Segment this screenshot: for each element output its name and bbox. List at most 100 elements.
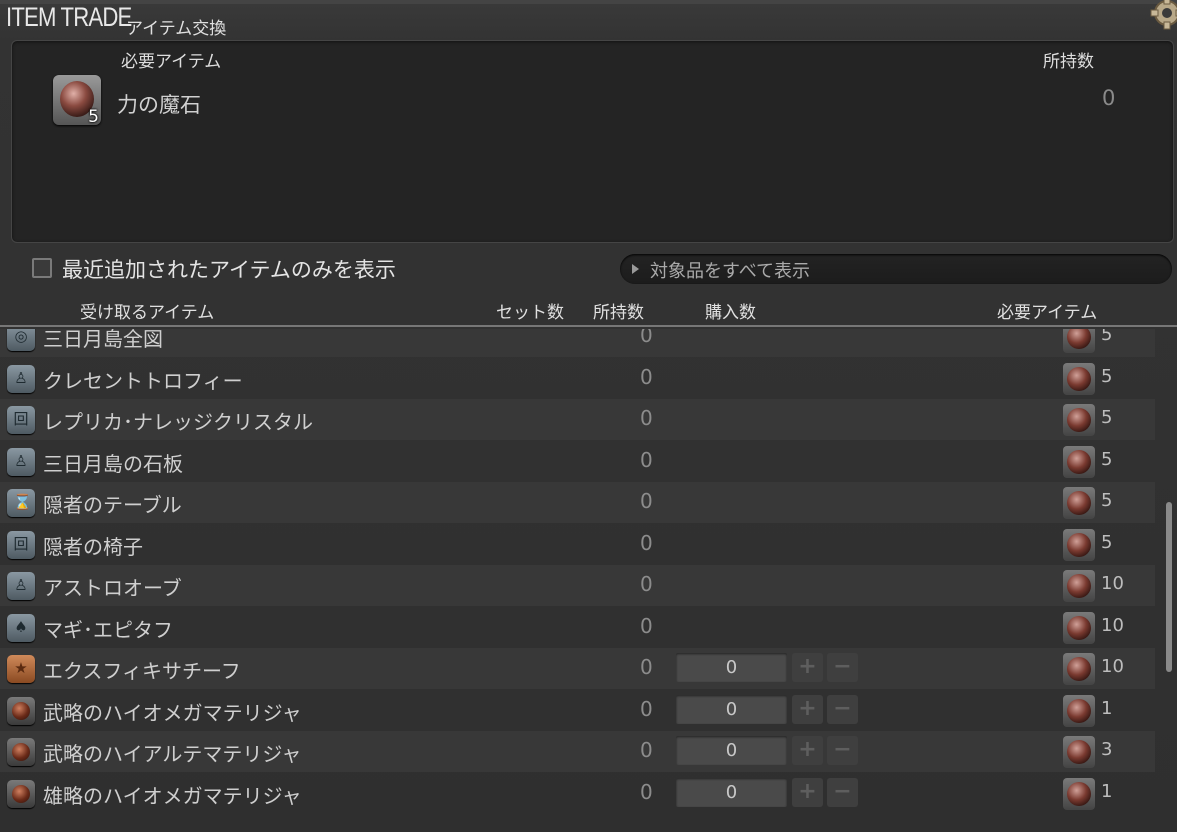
cost-amount: 5 [1101, 531, 1113, 553]
cost-item-icon[interactable] [1063, 329, 1095, 353]
column-set-count: セット数 [496, 303, 564, 323]
cost-item-icon[interactable] [1063, 736, 1095, 768]
item-glyph [12, 701, 30, 720]
decrement-button[interactable]: − [827, 777, 858, 807]
item-owned-count: 0 [640, 329, 653, 347]
list-scrollbar[interactable] [1166, 502, 1172, 672]
required-item-owned: 0 [1102, 86, 1116, 110]
item-owned-count: 0 [640, 447, 653, 472]
item-name: 武略のハイアルテマテリジャ [43, 742, 302, 766]
furnishing-icon: ♙ [7, 364, 35, 393]
cost-item-icon[interactable] [1063, 528, 1095, 561]
list-item[interactable]: ♠ マギ･エピタフ 0 10 [0, 607, 1155, 648]
magicite-icon [1067, 408, 1091, 432]
cost-item-icon[interactable] [1063, 445, 1095, 478]
item-owned-count: 0 [640, 530, 653, 555]
decrement-button[interactable]: − [827, 653, 858, 682]
recent-items-checkbox[interactable] [32, 258, 52, 278]
cost-amount: 10 [1101, 656, 1124, 677]
show-all-dropdown[interactable]: 対象品をすべて表示 [620, 254, 1172, 284]
list-item[interactable]: 武略のハイオメガマテリジャ 0 0 + −1 [0, 690, 1155, 731]
wall-mount-icon: 回 [7, 406, 35, 434]
magicite-icon [1067, 574, 1091, 598]
required-item-icon[interactable]: 5 [53, 75, 101, 127]
cost-item-icon[interactable] [1063, 487, 1095, 519]
window-top-edge [0, 0, 1177, 4]
list-item[interactable]: 回レプリカ･ナレッジクリスタル 0 5 [0, 399, 1155, 440]
increment-button[interactable]: + [792, 736, 823, 765]
increment-button[interactable]: + [792, 777, 823, 807]
item-name: 三日月島の石板 [43, 451, 183, 476]
item-name: 隠者の椅子 [43, 534, 143, 559]
cost-item-icon[interactable] [1063, 777, 1095, 810]
list-item[interactable]: ★ エクスフィキサチーフ 0 0 + −10 [0, 648, 1155, 689]
list-item[interactable]: ◎ 三日月島全図 0 5 [0, 329, 1155, 357]
item-owned-count: 0 [640, 406, 653, 430]
gear-close-icon[interactable] [1150, 0, 1177, 30]
magicite-icon [1067, 657, 1091, 681]
show-all-label: 対象品をすべて表示 [650, 261, 811, 282]
item-name: 三日月島全図 [43, 329, 163, 351]
column-purchase: 購入数 [705, 303, 756, 323]
purchase-quantity-input[interactable]: 0 [676, 777, 787, 807]
wall-mount-icon: 回 [7, 530, 35, 559]
item-glyph: ♠ [14, 617, 28, 636]
magicite-icon [1067, 740, 1091, 764]
furnishing-icon: ♙ [7, 572, 35, 600]
magicite-icon [1067, 491, 1091, 515]
cost-amount: 5 [1101, 329, 1113, 345]
list-item[interactable]: ♙ 三日月島の石板 0 5 [0, 441, 1155, 482]
purchase-quantity-input[interactable]: 0 [676, 736, 787, 765]
list-item[interactable]: 雄略のハイオメガマテリジャ 0 0 + −1 [0, 773, 1155, 814]
magicite-icon [1067, 781, 1091, 806]
item-name: エクスフィキサチーフ [43, 659, 241, 683]
cost-item-icon[interactable] [1063, 694, 1095, 727]
item-glyph: ◎ [14, 329, 28, 345]
item-name: マギ･エピタフ [43, 617, 173, 642]
list-item[interactable]: 回隠者の椅子 0 5 [0, 524, 1155, 565]
materia-icon [7, 738, 35, 766]
item-glyph: ♙ [14, 451, 28, 470]
cost-item-icon[interactable] [1063, 570, 1095, 602]
item-trade-window: ITEM TRADE アイテム交換 必要アイテム 所持数 5 力の魔石 0 最近… [0, 0, 1177, 832]
magicite-icon [1067, 329, 1091, 349]
list-item[interactable]: ♙ クレセントトロフィー 0 5 [0, 358, 1155, 399]
item-owned-count: 0 [640, 779, 653, 804]
list-item[interactable]: ♙ アストロオーブ 0 10 [0, 565, 1155, 606]
cost-item-icon[interactable] [1063, 362, 1095, 395]
furnishing-icon: ♙ [7, 447, 35, 476]
item-owned-count: 0 [640, 572, 653, 596]
cost-amount: 10 [1101, 614, 1124, 636]
cost-amount: 5 [1101, 490, 1113, 511]
magicite-icon [1067, 449, 1091, 474]
purchase-quantity-input[interactable]: 0 [676, 694, 787, 724]
recent-items-label[interactable]: 最近追加されたアイテムのみを表示 [62, 254, 396, 284]
item-glyph: 回 [13, 410, 29, 428]
item-glyph [12, 784, 30, 803]
purchase-quantity-input[interactable]: 0 [676, 653, 787, 682]
required-item-header: 必要アイテム [121, 52, 222, 72]
item-name: 雄略のハイオメガマテリジャ [43, 783, 302, 808]
cost-item-icon[interactable] [1063, 611, 1095, 644]
owned-count-header: 所持数 [1043, 52, 1094, 72]
item-glyph: ♙ [14, 368, 28, 387]
item-glyph [12, 743, 30, 761]
cost-amount: 5 [1101, 448, 1113, 470]
trade-item-list[interactable]: ◎ 三日月島全図 0 5 ♙ クレセントトロフィー 0 5 回レプリカ･ナレッジクリスタル 0 5 ♙… [0, 329, 1160, 832]
column-required-item: 必要アイテム [997, 303, 1098, 323]
decrement-button[interactable]: − [827, 736, 858, 765]
item-name: アストロオーブ [43, 576, 182, 600]
header-divider [0, 325, 1177, 327]
list-item[interactable]: ⌛ 隠者のテーブル 0 5 [0, 482, 1155, 523]
item-glyph: 回 [13, 534, 29, 553]
increment-button[interactable]: + [792, 653, 823, 682]
decrement-button[interactable]: − [827, 694, 858, 724]
item-owned-count: 0 [640, 613, 653, 638]
list-item[interactable]: 武略のハイアルテマテリジャ 0 0 + −3 [0, 731, 1155, 772]
cost-item-icon[interactable] [1063, 404, 1095, 436]
triangle-right-icon [632, 264, 639, 274]
increment-button[interactable]: + [792, 694, 823, 724]
magicite-icon [1067, 698, 1091, 723]
table-icon: ⌛ [7, 489, 35, 517]
cost-item-icon[interactable] [1063, 653, 1095, 685]
